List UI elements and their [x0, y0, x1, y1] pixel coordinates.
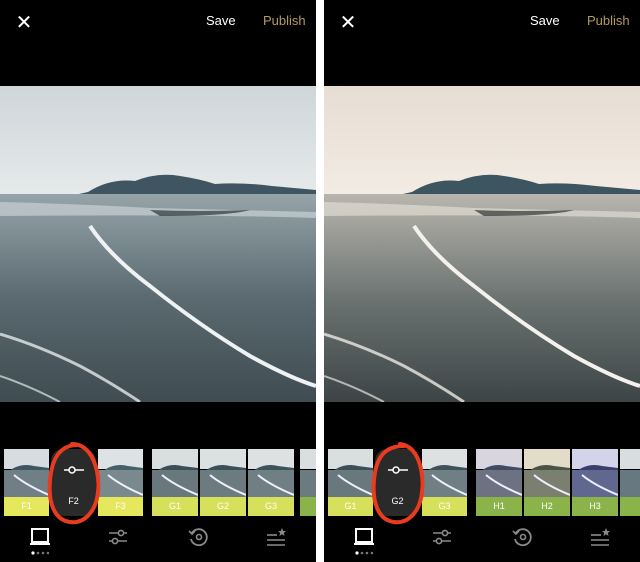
presets-star-icon[interactable]: [265, 526, 287, 548]
presets-star-icon[interactable]: [589, 526, 611, 548]
filter-label: G1: [152, 497, 198, 516]
filter-thumb-g3[interactable]: G3: [248, 449, 294, 516]
editor-panel-left: ✕ Save Publish F1 F2 F3 G1 G2 G3: [0, 0, 316, 562]
filter-thumb-g1[interactable]: G1: [152, 449, 198, 516]
filter-preview: [620, 449, 640, 497]
filter-strip: G1 G2 G3 H1 H2 H3: [324, 449, 640, 516]
filter-preview: [422, 449, 467, 497]
sliders-icon[interactable]: [107, 526, 129, 548]
filter-thumb-partial[interactable]: [300, 449, 316, 516]
filter-thumb-h1[interactable]: H1: [476, 449, 522, 516]
filter-label: G1: [328, 497, 373, 516]
filter-thumb-g2[interactable]: G2: [200, 449, 246, 516]
filter-thumb-f3[interactable]: F3: [98, 449, 143, 516]
close-button[interactable]: ✕: [338, 11, 358, 35]
top-bar: ✕ Save Publish: [0, 0, 316, 46]
filter-thumb-partial[interactable]: [620, 449, 640, 516]
filter-preview: [476, 449, 522, 497]
image-frame-icon[interactable]: [353, 526, 375, 548]
page-dots-indicator: [31, 551, 49, 555]
photo-preview: [324, 86, 640, 402]
filter-preview: [98, 449, 143, 497]
filter-label: G3: [248, 497, 294, 516]
filter-label: F3: [98, 497, 143, 516]
filter-preview: [152, 449, 198, 497]
page-dots-indicator: [355, 551, 373, 555]
filter-label: [300, 497, 316, 516]
sliders-icon[interactable]: [431, 526, 453, 548]
filter-label: [620, 497, 640, 516]
history-icon[interactable]: [187, 526, 209, 548]
filter-preview: [248, 449, 294, 497]
filter-thumb-h3[interactable]: H3: [572, 449, 618, 516]
filter-label: G3: [422, 497, 467, 516]
filter-preview: [300, 449, 316, 497]
filter-label: F2: [68, 496, 79, 506]
filter-strip: F1 F2 F3 G1 G2 G3: [0, 449, 316, 516]
filter-thumb-g3[interactable]: G3: [422, 449, 467, 516]
history-icon[interactable]: [511, 526, 533, 548]
save-button[interactable]: Save: [206, 13, 236, 28]
filter-thumb-h2[interactable]: H2: [524, 449, 570, 516]
top-bar: ✕ Save Publish: [324, 0, 640, 46]
filter-thumb-g2-selected[interactable]: G2: [375, 449, 420, 516]
image-frame-icon[interactable]: [29, 526, 51, 548]
filter-preview: [200, 449, 246, 497]
filter-label: G2: [200, 497, 246, 516]
close-button[interactable]: ✕: [14, 11, 34, 35]
filter-label: G2: [391, 496, 404, 506]
editor-panel-right: ✕ Save Publish G1 G2 G3 H1 H2 H3: [324, 0, 640, 562]
close-icon: ✕: [339, 12, 357, 34]
filter-thumb-g1[interactable]: G1: [328, 449, 373, 516]
slider-adjust-icon: [63, 466, 84, 474]
slider-adjust-icon: [387, 466, 408, 474]
bottom-nav: [324, 520, 640, 562]
bottom-nav: [0, 520, 316, 562]
filter-label: H2: [524, 497, 570, 516]
publish-button[interactable]: Publish: [587, 13, 630, 28]
filter-preview: [572, 449, 618, 497]
filter-label: F1: [4, 497, 49, 516]
filter-preview: [524, 449, 570, 497]
filter-preview: [4, 449, 49, 497]
publish-button[interactable]: Publish: [263, 13, 306, 28]
filter-label: H3: [572, 497, 618, 516]
filter-thumb-f1[interactable]: F1: [4, 449, 49, 516]
photo-preview: [0, 86, 316, 402]
filter-thumb-f2-selected[interactable]: F2: [51, 449, 96, 516]
filter-label: H1: [476, 497, 522, 516]
filter-preview: [328, 449, 373, 497]
close-icon: ✕: [15, 12, 33, 34]
save-button[interactable]: Save: [530, 13, 560, 28]
